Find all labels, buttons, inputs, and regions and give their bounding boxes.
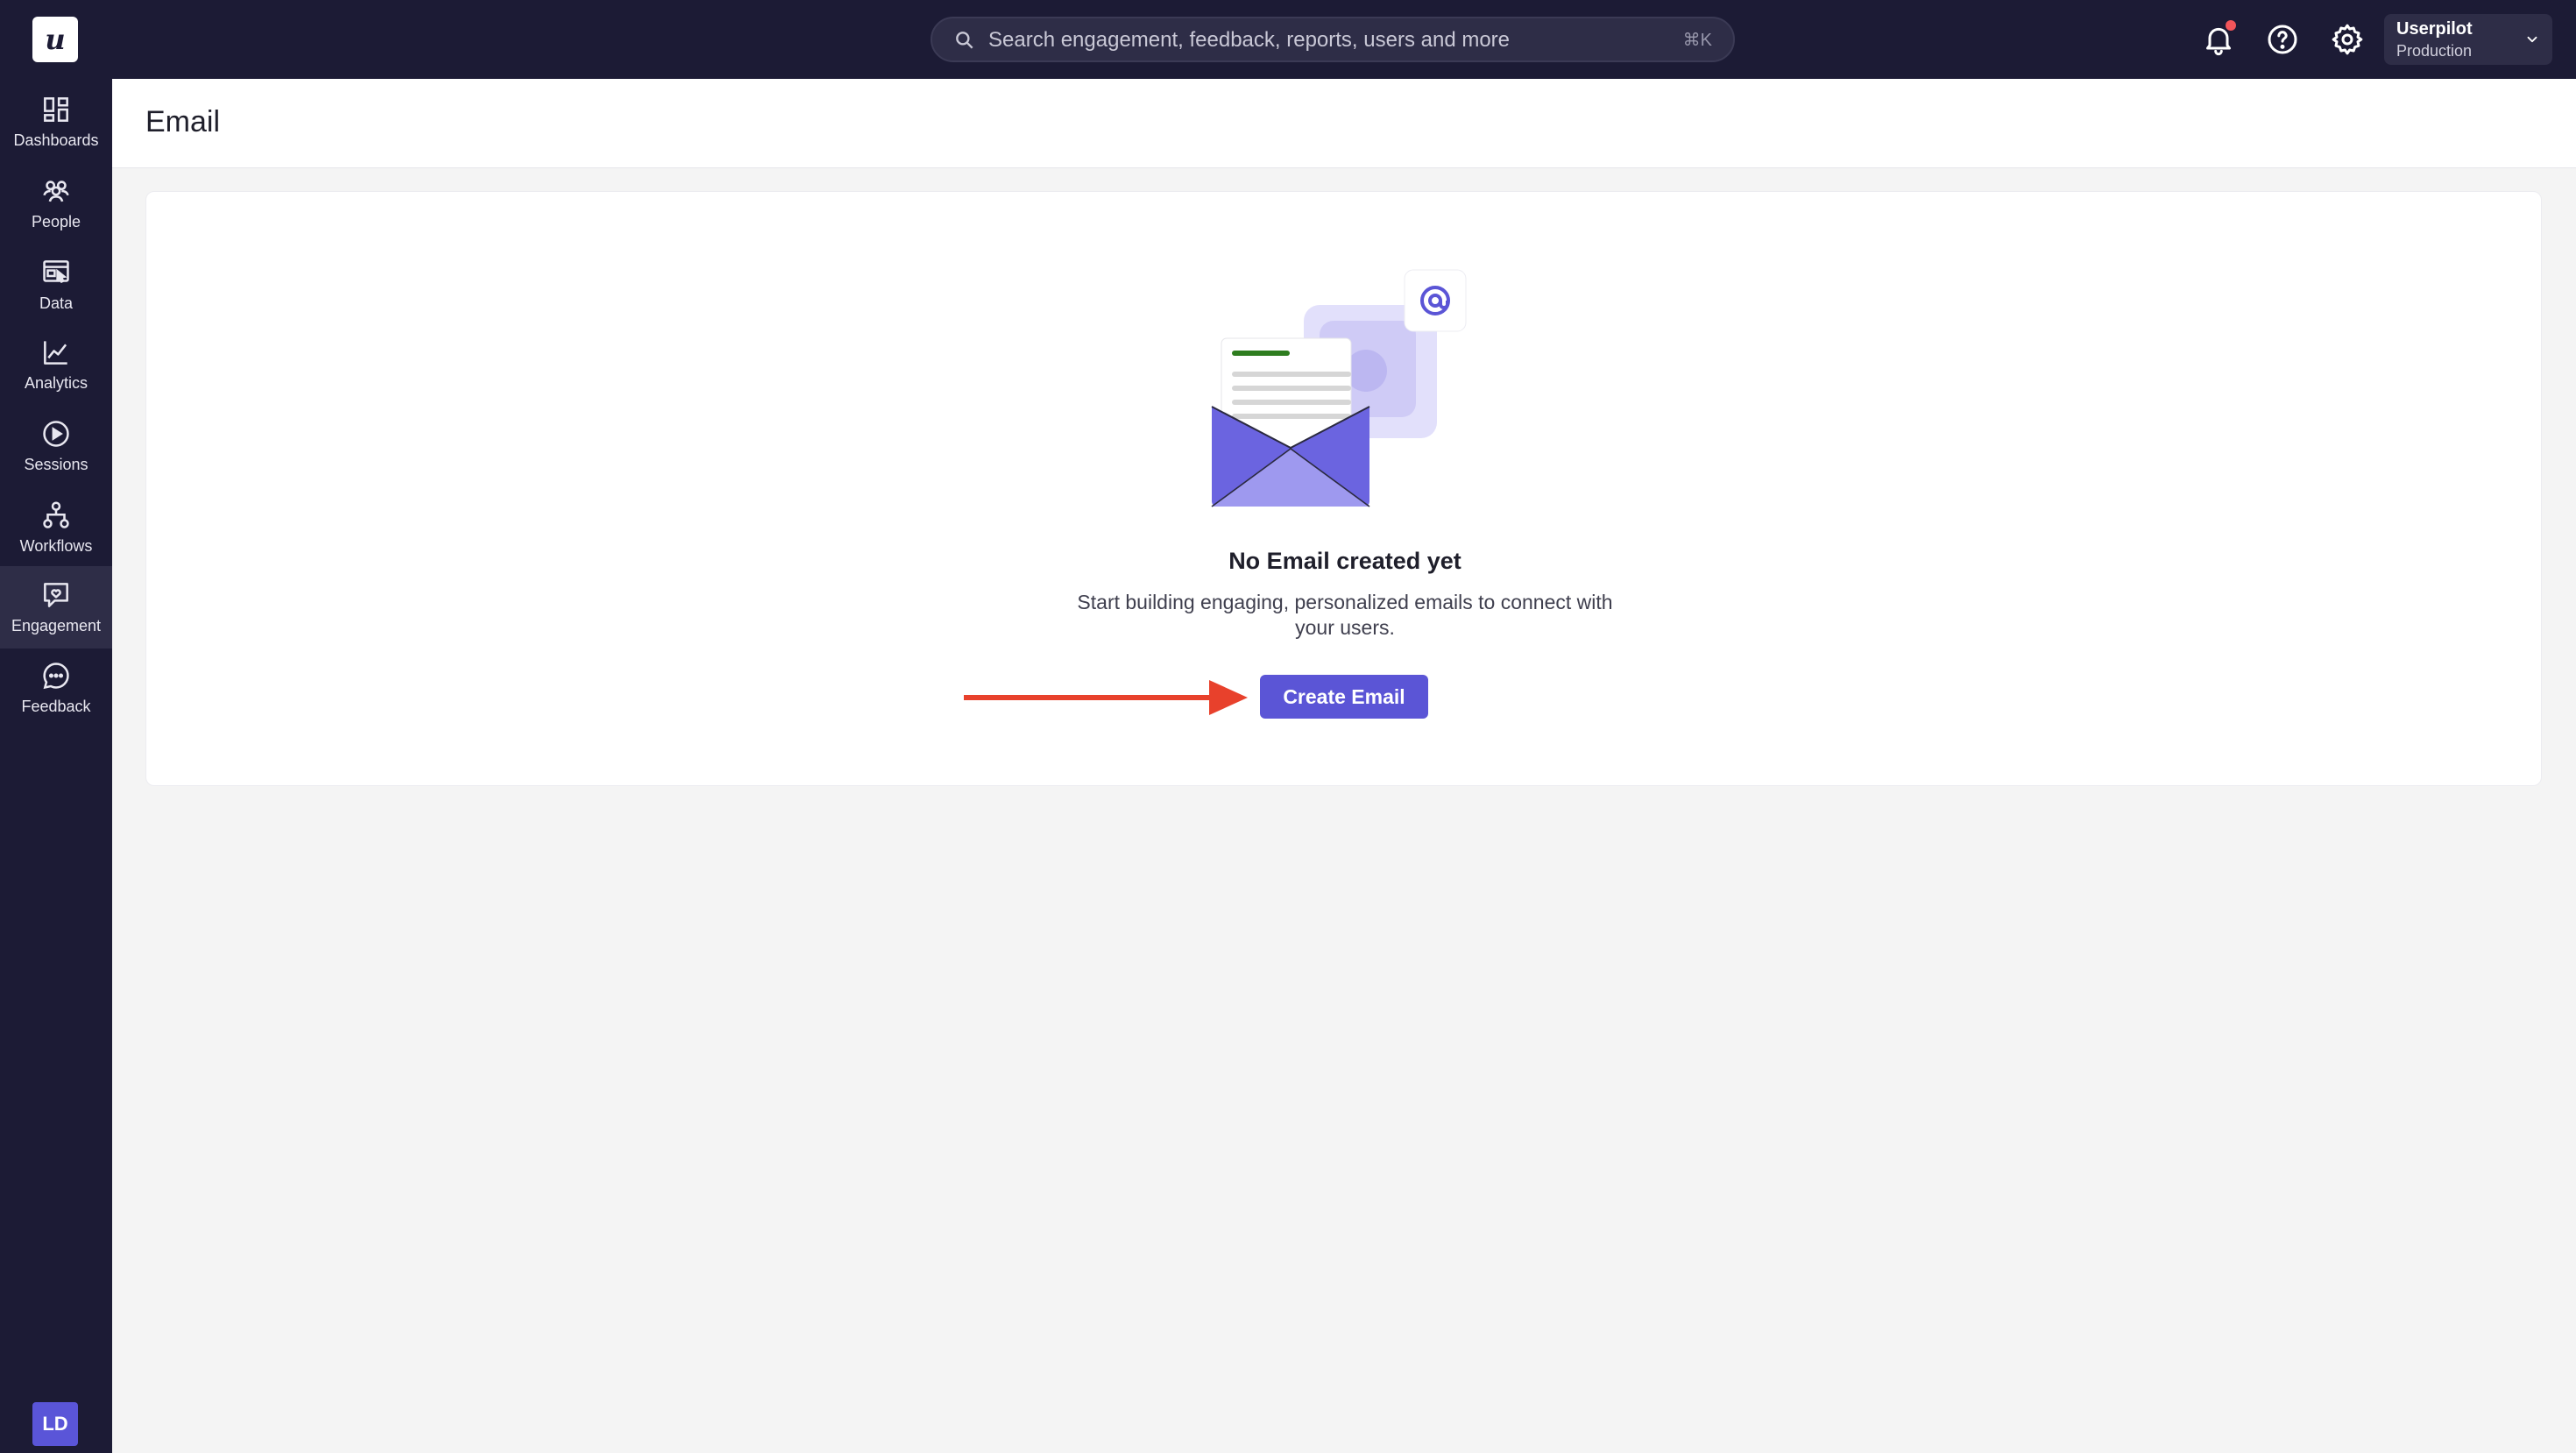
workflows-icon: [43, 501, 69, 528]
annotation-arrow: [964, 680, 1248, 715]
settings-gear-icon[interactable]: [2330, 22, 2365, 57]
people-icon: [43, 181, 69, 202]
account-environment: Production: [2396, 42, 2473, 60]
sidebar-item-label: Dashboards: [13, 131, 99, 149]
account-name: Userpilot: [2396, 19, 2473, 39]
sidebar-nav: Dashboards People Data Analytics Session…: [0, 79, 112, 1453]
global-search-input[interactable]: Search engagement, feedback, reports, us…: [931, 17, 1735, 62]
user-avatar[interactable]: LD: [32, 1402, 78, 1446]
page-header: Email: [112, 79, 2576, 168]
sidebar-item-feedback[interactable]: Feedback: [0, 650, 112, 726]
search-shortcut-hint: ⌘K: [1682, 31, 1712, 50]
sidebar-item-label: Data: [39, 294, 74, 312]
sidebar-item-label: Feedback: [21, 698, 91, 715]
sidebar-item-analytics[interactable]: Analytics: [0, 327, 112, 402]
sidebar-item-label: Workflows: [19, 537, 93, 555]
sidebar-item-label: People: [31, 213, 81, 230]
sidebar-item-engagement[interactable]: Engagement: [0, 566, 112, 649]
top-bar: u Search engagement, feedback, reports, …: [0, 0, 2576, 79]
account-switcher[interactable]: Userpilot Production: [2384, 14, 2552, 65]
sidebar-item-people[interactable]: People: [0, 166, 112, 241]
engagement-icon: [44, 583, 68, 607]
sidebar-item-dashboards[interactable]: Dashboards: [0, 84, 112, 159]
search-placeholder: Search engagement, feedback, reports, us…: [988, 28, 1511, 52]
sidebar-item-label: Analytics: [24, 374, 88, 392]
userpilot-logo[interactable]: u: [32, 17, 78, 62]
dashboards-icon: [44, 97, 68, 122]
empty-state-title: No Email created yet: [1228, 548, 1461, 574]
sidebar-item-label: Engagement: [11, 617, 102, 634]
notification-badge: [2226, 20, 2236, 31]
analytics-icon: [44, 341, 67, 365]
chevron-down-icon: [2527, 36, 2537, 43]
sidebar-item-label: Sessions: [24, 456, 88, 473]
feedback-icon: [43, 663, 69, 690]
email-illustration: [1211, 269, 1467, 507]
help-icon[interactable]: [2265, 22, 2300, 57]
sidebar-item-workflows[interactable]: Workflows: [0, 490, 112, 565]
sessions-icon: [43, 421, 69, 447]
data-icon: [43, 260, 69, 284]
create-email-button[interactable]: Create Email: [1260, 675, 1428, 719]
page-title: Email: [145, 105, 221, 138]
sidebar-item-data[interactable]: Data: [0, 247, 112, 322]
empty-state-description: Start building engaging, personalized em…: [1077, 591, 1613, 639]
sidebar-item-sessions[interactable]: Sessions: [0, 408, 112, 484]
search-icon: [956, 32, 973, 49]
